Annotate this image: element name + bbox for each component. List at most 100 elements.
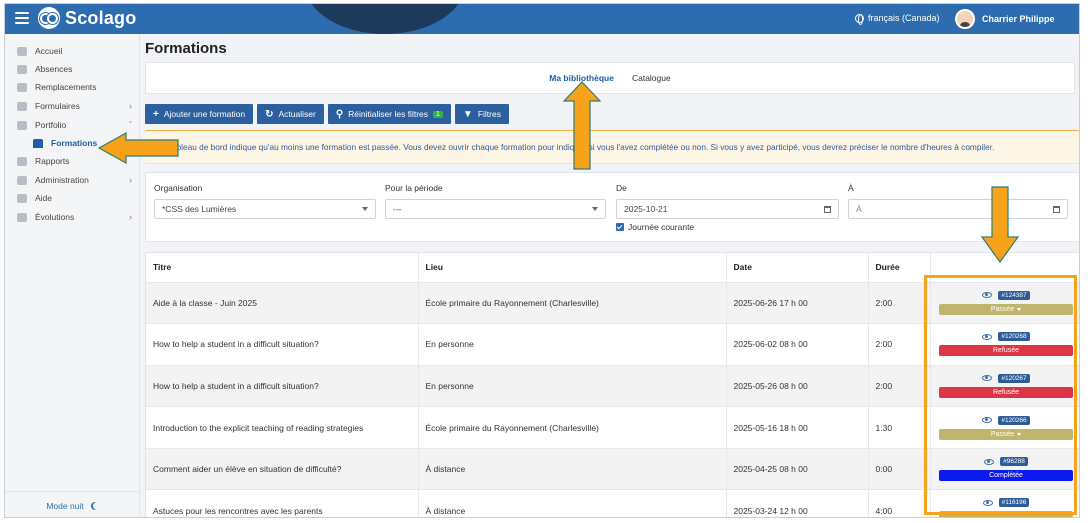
status-badge: Refusée — [939, 345, 1073, 357]
sprout-icon — [17, 212, 27, 222]
status-badge[interactable]: Passée — [939, 303, 1073, 315]
sidebar-item-label: Accueil — [35, 46, 63, 56]
status-label: Passée — [990, 305, 1015, 313]
cell-title: Astuces pour les rencontres avec les par… — [146, 489, 419, 517]
organisation-select[interactable]: *CSS des Lumières — [154, 199, 376, 219]
sidebar-item-administration[interactable]: Administration › — [17, 173, 132, 187]
eye-icon[interactable] — [982, 375, 993, 382]
cell-date: 2025-05-16 18 h 00 — [726, 406, 869, 449]
organisation-label: Organisation — [154, 183, 203, 193]
night-mode-toggle[interactable]: Mode nuit — [5, 491, 139, 517]
calendar-icon[interactable] — [824, 206, 831, 213]
filters-panel: Organisation *CSS des Lumières Pour la p… — [145, 172, 1079, 242]
id-badge: #120266 — [998, 415, 1030, 425]
page-title: Formations — [145, 40, 227, 57]
column-actions — [930, 253, 1079, 283]
checkbox-checked-icon[interactable] — [616, 223, 624, 231]
from-date-input[interactable]: 2025-10-21 — [616, 199, 839, 219]
period-select[interactable]: --- — [385, 199, 606, 219]
table-row[interactable]: How to help a student in a difficult sit… — [146, 365, 1079, 408]
period-label: Pour la période — [385, 183, 443, 193]
filters-button[interactable]: ▼ Filtres — [454, 104, 509, 124]
graduation-cap-icon — [33, 138, 43, 148]
question-icon — [17, 193, 27, 203]
cell-duration: 1:30 — [868, 406, 931, 449]
button-label: Ajouter une formation — [163, 109, 246, 119]
refresh-button[interactable]: ↻ Actualiser — [257, 104, 324, 124]
chevron-down-icon: ˇ — [129, 120, 132, 130]
sidebar-item-formations[interactable]: Formations — [33, 136, 132, 150]
sidebar-item-rapports[interactable]: Rapports — [17, 154, 132, 168]
sidebar-item-portfolio[interactable]: Portfolio ˇ — [17, 118, 132, 132]
status-badge[interactable] — [939, 511, 1073, 517]
id-badge: #96288 — [1000, 457, 1028, 467]
current-day-checkbox[interactable]: Journée courante — [616, 222, 839, 232]
table-row[interactable]: Astuces pour les rencontres avec les par… — [146, 489, 1079, 517]
tab-catalogue[interactable]: Catalogue — [632, 73, 671, 83]
table-row[interactable]: How to help a student in a difficult sit… — [146, 323, 1079, 366]
sidebar-item-formulaires[interactable]: Formulaires › — [17, 99, 132, 113]
cell-duration: 2:00 — [868, 365, 931, 408]
eye-icon[interactable] — [982, 499, 993, 506]
sidebar-item-remplacements[interactable]: Remplacements — [17, 80, 132, 94]
app-logo[interactable]: Scolago — [65, 8, 136, 29]
reset-filters-button[interactable]: ⚲ Réinitialiser les filtres 1 — [327, 104, 451, 124]
column-title[interactable]: Titre — [146, 253, 419, 283]
sidebar-item-absences[interactable]: Absences — [17, 62, 132, 76]
filter-count-badge: 1 — [433, 110, 443, 118]
person-minus-icon — [17, 64, 27, 74]
sidebar-item-label: Remplacements — [35, 82, 97, 92]
cell-title: Introduction to the explicit teaching of… — [146, 406, 419, 449]
sidebar-item-label: Rapports — [35, 156, 70, 166]
period-filter: Pour la période --- — [385, 183, 606, 219]
from-label: De — [616, 183, 627, 193]
avatar — [955, 9, 975, 29]
table-row[interactable]: Comment aider un élève en situation de d… — [146, 448, 1079, 491]
cell-place: En personne — [418, 323, 727, 366]
cell-duration: 0:00 — [868, 448, 931, 491]
organisation-filter: Organisation *CSS des Lumières — [154, 183, 376, 219]
language-selector[interactable]: français (Canada) — [855, 13, 940, 25]
cell-date: 2025-04-25 08 h 00 — [726, 448, 869, 491]
eye-icon[interactable] — [982, 292, 993, 299]
calendar-icon[interactable] — [1053, 206, 1060, 213]
cell-actions: #120266 Passée — [930, 406, 1079, 449]
sidebar-item-evolutions[interactable]: Évolutions › — [17, 210, 132, 224]
cell-date: 2025-05-26 08 h 00 — [726, 365, 869, 408]
column-duration[interactable]: Durée — [868, 253, 931, 283]
chevron-down-icon — [362, 207, 368, 211]
swap-icon — [17, 82, 27, 92]
chevron-down-icon — [592, 207, 598, 211]
eye-icon[interactable] — [982, 417, 993, 424]
filter-icon: ▼ — [462, 108, 473, 120]
tab-ma-bibliotheque[interactable]: Ma bibliothèque — [549, 73, 614, 83]
sidebar-item-label: Évolutions — [35, 212, 75, 222]
menu-icon[interactable] — [15, 12, 29, 24]
cell-actions: #120268 Refusée — [930, 323, 1079, 366]
to-date-filter: À À — [848, 183, 1068, 219]
sidebar-item-accueil[interactable]: Accueil — [17, 44, 132, 58]
to-date-input[interactable]: À — [848, 199, 1068, 219]
table-row[interactable]: Introduction to the explicit teaching of… — [146, 406, 1079, 449]
sidebar-item-aide[interactable]: Aide — [17, 191, 132, 205]
home-icon — [17, 46, 27, 56]
column-date[interactable]: Date — [726, 253, 869, 283]
eye-icon[interactable] — [984, 458, 995, 465]
button-label: Actualiser — [278, 109, 316, 119]
table-row[interactable]: Aide à la classe - Juin 2025 École prima… — [146, 282, 1079, 325]
cell-actions: #120267 Refusée — [930, 365, 1079, 408]
sidebar-item-label: Formations — [51, 138, 98, 148]
button-label: Réinitialiser les filtres — [348, 109, 429, 119]
language-label: français (Canada) — [868, 13, 940, 23]
column-place[interactable]: Lieu — [418, 253, 727, 283]
cell-duration: 2:00 — [868, 323, 931, 366]
sidebar-item-label: Formulaires — [35, 101, 80, 111]
add-training-button[interactable]: + Ajouter une formation — [145, 104, 254, 124]
main-content: Formations Ma bibliothèque Catalogue + Aj… — [140, 34, 1079, 517]
status-badge[interactable]: Passée — [939, 428, 1073, 440]
to-label: À — [848, 183, 854, 193]
user-menu[interactable]: Charrier Philippe — [955, 9, 1055, 29]
chevron-right-icon: › — [129, 101, 132, 111]
eye-icon[interactable] — [982, 333, 993, 340]
cell-duration: 2:00 — [868, 282, 931, 325]
